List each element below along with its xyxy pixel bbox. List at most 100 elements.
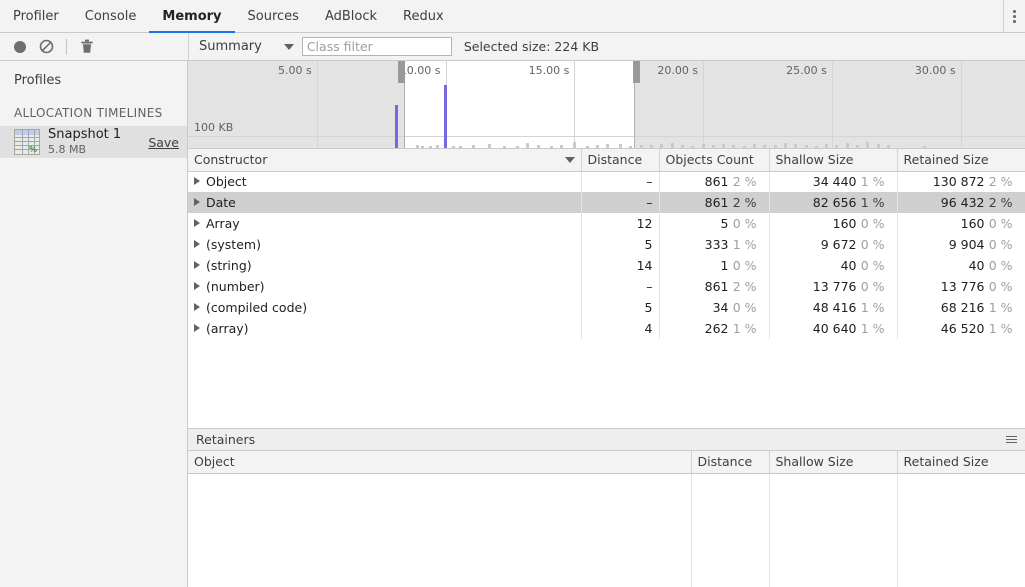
shallow-size-value: 13 776 [813, 279, 857, 294]
retainers-column-header-retained-size[interactable]: Retained Size [897, 451, 1025, 473]
overview-tick-label: 25.00 s [712, 64, 827, 77]
cell-constructor: Object [188, 171, 581, 192]
table-row[interactable]: (string)1410 %400 %400 % [188, 255, 1025, 276]
column-header-distance[interactable]: Distance [581, 149, 659, 171]
sidebar-item-snapshot-1[interactable]: % Snapshot 1 5.8 MB Save [0, 126, 187, 158]
cell-retained-size: 46 5201 % [897, 318, 1025, 339]
column-label: Distance [588, 152, 643, 167]
column-header-constructor[interactable]: Constructor [188, 149, 581, 171]
cell-objects-count: 50 % [659, 213, 769, 234]
cell-distance: – [581, 276, 659, 297]
column-label: Constructor [194, 152, 267, 167]
allocation-timeline-overview[interactable]: 5.00 s10.00 s15.00 s20.00 s25.00 s30.00 … [188, 61, 1025, 148]
overview-gridline [832, 61, 833, 148]
objects-count-percent: 2 % [729, 279, 763, 294]
selected-size-label: Selected size: 224 KB [464, 39, 599, 54]
overview-tick-label: 10.00 s [326, 64, 441, 77]
cell-distance: 5 [581, 234, 659, 255]
overview-bar [395, 105, 398, 148]
clear-button[interactable] [34, 35, 58, 59]
table-row[interactable]: Array1250 %1600 %1600 % [188, 213, 1025, 234]
retainers-table: Object Distance Shallow Size Retained Si… [188, 451, 1025, 474]
table-row[interactable]: (array)42621 %40 6401 %46 5201 % [188, 318, 1025, 339]
constructor-name: (string) [206, 258, 252, 273]
objects-count-percent: 0 % [729, 216, 763, 231]
overview-plot[interactable]: 5.00 s10.00 s15.00 s20.00 s25.00 s30.00 … [188, 61, 1025, 148]
more-vertical-icon [1013, 10, 1016, 23]
overview-selection-handle-left[interactable] [398, 61, 405, 83]
cell-distance: 5 [581, 297, 659, 318]
snapshot-text: Snapshot 1 5.8 MB [48, 128, 142, 157]
snapshot-save-link[interactable]: Save [148, 135, 179, 150]
tab-memory[interactable]: Memory [149, 0, 234, 32]
expand-triangle-icon[interactable] [194, 261, 200, 269]
overview-baseline [188, 136, 1025, 137]
tab-redux[interactable]: Redux [390, 0, 457, 32]
constructor-name: Object [206, 174, 247, 189]
column-header-retained-size[interactable]: Retained Size [897, 149, 1025, 171]
cell-constructor: (system) [188, 234, 581, 255]
overview-selection-handle-right[interactable] [633, 61, 640, 83]
tab-console[interactable]: Console [72, 0, 150, 32]
cell-shallow-size: 40 6401 % [769, 318, 897, 339]
shallow-size-percent: 0 % [857, 258, 891, 273]
retainers-column-header-object[interactable]: Object [188, 451, 691, 473]
retainers-column-header-shallow-size[interactable]: Shallow Size [769, 451, 897, 473]
retained-size-value: 40 [969, 258, 985, 273]
retained-size-percent: 2 % [985, 195, 1019, 210]
shallow-size-percent: 0 % [857, 237, 891, 252]
expand-triangle-icon[interactable] [194, 198, 200, 206]
chevron-down-icon [284, 44, 294, 50]
retainers-column-header-distance[interactable]: Distance [691, 451, 769, 473]
column-header-shallow-size[interactable]: Shallow Size [769, 149, 897, 171]
constructor-table: Constructor Distance Objects Count Shall… [188, 149, 1025, 339]
constructor-table-header-row: Constructor Distance Objects Count Shall… [188, 149, 1025, 171]
tab-label: Profiler [13, 9, 59, 24]
cell-constructor: Array [188, 213, 581, 234]
view-mode-select[interactable]: Summary [199, 39, 294, 54]
tab-sources[interactable]: Sources [235, 0, 312, 32]
class-filter-input[interactable] [302, 37, 452, 56]
constructor-name: (number) [206, 279, 265, 294]
table-row[interactable]: Object–8612 %34 4401 %130 8722 % [188, 171, 1025, 192]
expand-triangle-icon[interactable] [194, 282, 200, 290]
retained-size-value: 96 432 [941, 195, 985, 210]
table-row[interactable]: Date–8612 %82 6561 %96 4322 % [188, 192, 1025, 213]
hamburger-icon[interactable] [1006, 436, 1017, 443]
expand-triangle-icon[interactable] [194, 324, 200, 332]
expand-triangle-icon[interactable] [194, 219, 200, 227]
column-label: Shallow Size [776, 152, 854, 167]
expand-triangle-icon[interactable] [194, 240, 200, 248]
devtools-memory-panel: Profiler Console Memory Sources AdBlock … [0, 0, 1025, 587]
shallow-size-percent: 1 % [857, 195, 891, 210]
table-row[interactable]: (system)53331 %9 6720 %9 9040 % [188, 234, 1025, 255]
cell-distance: 4 [581, 318, 659, 339]
profiles-sidebar: Profiles ALLOCATION TIMELINES % Snapshot… [0, 61, 188, 587]
expand-triangle-icon[interactable] [194, 303, 200, 311]
shallow-size-value: 48 416 [813, 300, 857, 315]
constructor-name: (compiled code) [206, 300, 307, 315]
constructor-name: (array) [206, 321, 249, 336]
table-row[interactable]: (compiled code)5340 %48 4161 %68 2161 % [188, 297, 1025, 318]
expand-triangle-icon[interactable] [194, 177, 200, 185]
column-header-objects-count[interactable]: Objects Count [659, 149, 769, 171]
objects-count-value: 333 [705, 237, 729, 252]
devtools-main-menu-button[interactable] [1003, 0, 1025, 32]
cell-objects-count: 8612 % [659, 192, 769, 213]
retained-size-percent: 2 % [985, 174, 1019, 189]
retained-size-value: 130 872 [933, 174, 985, 189]
cell-objects-count: 8612 % [659, 171, 769, 192]
tab-profiler[interactable]: Profiler [0, 0, 72, 32]
cell-shallow-size: 400 % [769, 255, 897, 276]
record-button[interactable] [8, 35, 32, 59]
constructor-grid: Constructor Distance Objects Count Shall… [188, 148, 1025, 429]
tabbar-spacer [457, 0, 1003, 32]
delete-profile-button[interactable] [75, 35, 99, 59]
retainers-table-header-row: Object Distance Shallow Size Retained Si… [188, 451, 1025, 473]
cell-shallow-size: 82 6561 % [769, 192, 897, 213]
tab-label: AdBlock [325, 9, 377, 24]
overview-gridline [574, 61, 575, 148]
table-row[interactable]: (number)–8612 %13 7760 %13 7760 % [188, 276, 1025, 297]
retained-size-percent: 1 % [985, 300, 1019, 315]
tab-adblock[interactable]: AdBlock [312, 0, 390, 32]
